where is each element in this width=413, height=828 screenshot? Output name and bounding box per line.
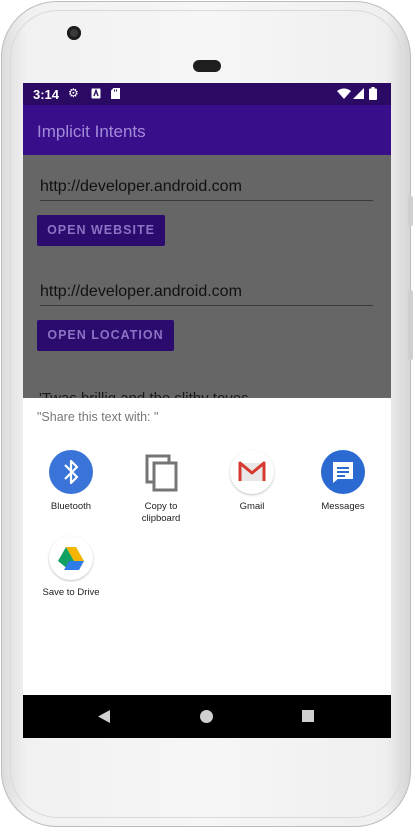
website-url-field[interactable]: http://developer.android.com [40, 178, 373, 201]
bluetooth-icon [49, 450, 93, 494]
app-title: Implicit Intents [37, 122, 146, 141]
cellular-signal-icon [353, 88, 364, 99]
device-screen: 3:14 ⚙ Implicit Intents http://developer… [23, 83, 391, 738]
status-time: 3:14 [33, 87, 60, 102]
front-camera [67, 26, 81, 40]
wifi-icon [337, 88, 351, 99]
share-target-label: Messages [321, 501, 365, 512]
share-sheet: "Share this text with: " Bluetooth Copy … [23, 398, 391, 695]
accessibility-icon [91, 88, 101, 99]
open-location-button[interactable]: OPEN LOCATION [37, 320, 174, 351]
open-website-button[interactable]: OPEN WEBSITE [37, 215, 165, 246]
settings-gear-icon: ⚙ [68, 86, 79, 100]
status-bar: 3:14 ⚙ [23, 83, 391, 105]
share-target-label: Copy to clipboard [141, 501, 181, 524]
power-button [408, 196, 413, 226]
share-target-copy-to-clipboard[interactable]: Copy to clipboard [116, 450, 206, 525]
main-content-dimmed: http://developer.android.com OPEN WEBSIT… [23, 155, 391, 407]
back-icon[interactable] [98, 710, 110, 723]
share-target-save-to-drive[interactable]: Save to Drive [26, 536, 116, 599]
app-bar: Implicit Intents [23, 105, 391, 155]
share-target-messages[interactable]: Messages [298, 450, 388, 513]
volume-button [408, 290, 413, 360]
sd-card-icon [111, 88, 120, 99]
share-sheet-title: "Share this text with: " [37, 410, 159, 424]
share-target-label: Save to Drive [42, 587, 100, 598]
battery-icon [369, 87, 377, 100]
copy-icon [139, 450, 183, 494]
location-url-field[interactable]: http://developer.android.com [40, 283, 373, 306]
recents-icon[interactable] [302, 710, 314, 722]
messages-icon [321, 450, 365, 494]
share-target-bluetooth[interactable]: Bluetooth [26, 450, 116, 513]
drive-icon [49, 536, 93, 580]
navigation-bar [23, 695, 391, 738]
gmail-icon [230, 450, 274, 494]
share-target-label: Bluetooth [50, 501, 92, 512]
home-icon[interactable] [200, 710, 213, 723]
earpiece-speaker [193, 60, 221, 72]
share-target-label: Gmail [239, 501, 265, 512]
share-target-gmail[interactable]: Gmail [207, 450, 297, 513]
